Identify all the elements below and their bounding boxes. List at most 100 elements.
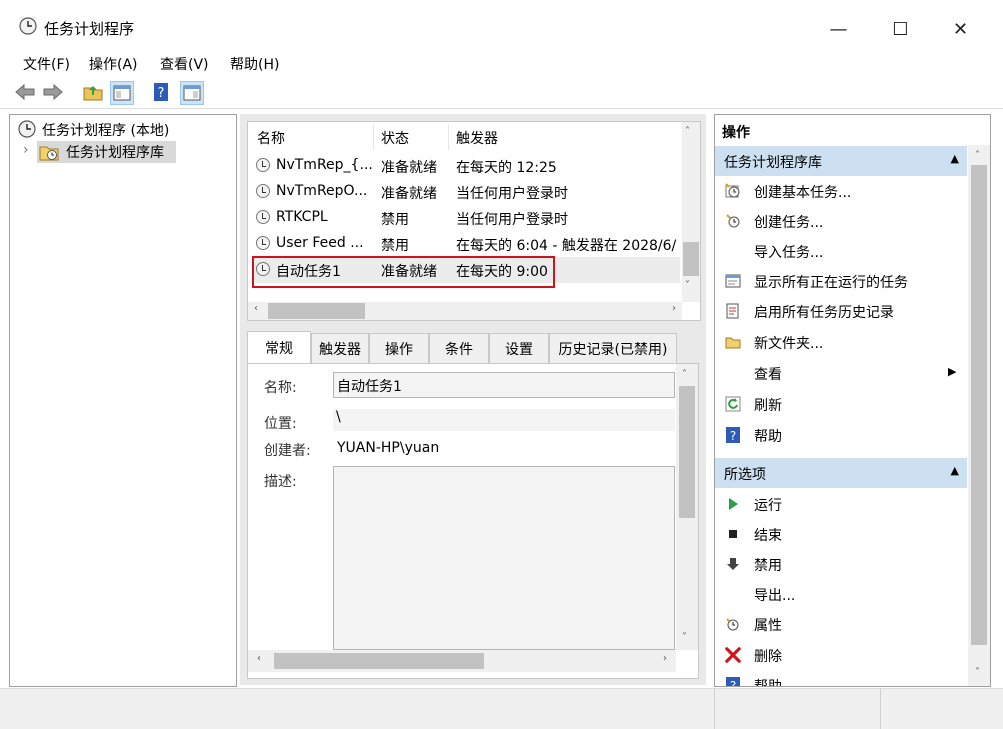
column-header-name[interactable]: 名称 [257, 128, 285, 148]
action-refresh[interactable]: 刷新 [715, 389, 960, 419]
scroll-down-arrow-icon[interactable]: ˅ [685, 280, 690, 291]
status-bar [0, 688, 1003, 729]
action-delete[interactable]: 删除 [715, 640, 960, 670]
action-create-task[interactable]: 创建任务... [715, 206, 960, 236]
scroll-up-arrow-icon[interactable]: ˄ [975, 150, 980, 161]
general-tab-content: 名称: 自动任务1 位置: \ 创建者: YUAN-HP\yuan 描述: ˄ … [247, 363, 699, 679]
table-row[interactable]: RTKCPL 禁用 当任何用户登录时 [252, 205, 680, 231]
tab-general[interactable]: 常规 [247, 331, 311, 363]
svg-text:?: ? [158, 86, 165, 101]
forward-arrow-icon[interactable] [42, 81, 64, 103]
action-label: 帮助 [754, 679, 782, 687]
folder-clock-icon [39, 146, 59, 161]
action-create-basic-task[interactable]: 创建基本任务... [715, 176, 960, 206]
action-help-selected[interactable]: ? 帮助 [715, 670, 960, 687]
scroll-down-arrow-icon[interactable]: ˅ [975, 667, 980, 678]
menu-help[interactable]: 帮助(H) [230, 54, 279, 74]
close-button[interactable]: ✕ [938, 12, 983, 46]
author-value: YUAN-HP\yuan [337, 440, 440, 456]
action-export[interactable]: 导出... [715, 579, 960, 609]
scroll-right-arrow-icon[interactable]: › [663, 653, 667, 664]
column-divider [448, 124, 449, 150]
action-run[interactable]: 运行 [715, 489, 960, 519]
task-list: 名称 状态 触发器 NvTmRep_{... 准备就绪 在每天的 12:25 N… [247, 121, 701, 321]
column-divider [373, 124, 374, 150]
collapse-icon[interactable]: ▲ [951, 464, 959, 477]
description-field[interactable] [333, 466, 675, 650]
table-row[interactable]: NvTmRep_{... 准备就绪 在每天的 12:25 [252, 153, 680, 179]
collapse-icon[interactable]: ▲ [951, 152, 959, 165]
column-header-status[interactable]: 状态 [381, 128, 409, 148]
scroll-up-arrow-icon[interactable]: ˄ [685, 126, 690, 137]
delete-x-icon [725, 647, 741, 663]
scroll-down-arrow-icon[interactable]: ˅ [682, 632, 687, 643]
tab-history[interactable]: 历史记录(已禁用) [549, 333, 677, 363]
action-display-running-tasks[interactable]: 显示所有正在运行的任务 [715, 266, 960, 296]
svg-text:?: ? [730, 679, 736, 687]
task-list-vertical-scrollbar[interactable]: ˄ ˅ [682, 122, 700, 302]
action-enable-history[interactable]: 启用所有任务历史记录 [715, 296, 960, 326]
menu-file[interactable]: 文件(F) [23, 54, 70, 74]
location-field[interactable]: \ [333, 409, 675, 431]
maximize-button[interactable]: ☐ [878, 12, 923, 46]
detail-vertical-scrollbar[interactable]: ˄ ˅ [676, 364, 698, 650]
column-header-trigger[interactable]: 触发器 [456, 128, 498, 148]
refresh-icon [725, 396, 741, 412]
run-icon [725, 496, 741, 512]
scrollbar-thumb[interactable] [683, 242, 699, 276]
section-header-selected-item[interactable]: 所选项 ▲ [715, 458, 967, 488]
task-list-horizontal-scrollbar[interactable]: ‹ › [248, 302, 682, 320]
scroll-right-arrow-icon[interactable]: › [672, 303, 676, 314]
name-field[interactable]: 自动任务1 [333, 372, 675, 398]
detail-horizontal-scrollbar[interactable]: ‹ › [248, 650, 676, 672]
action-view[interactable]: 查看 ▶ [715, 358, 960, 388]
scrollbar-thumb[interactable] [274, 653, 484, 669]
action-label: 属性 [754, 618, 782, 634]
table-row[interactable]: User Feed ... 禁用 在每天的 6:04 - 触发器在 2028/6… [252, 231, 680, 257]
tree-item-library-label: 任务计划程序库 [66, 145, 164, 161]
task-name: NvTmRepO... [276, 183, 368, 199]
tree-expander-icon[interactable]: › [23, 142, 29, 158]
minimize-button[interactable]: — [816, 12, 861, 46]
show-hide-tree-icon[interactable] [110, 81, 134, 105]
tree-root-item[interactable]: 任务计划程序 (本地) [42, 120, 169, 140]
action-end[interactable]: 结束 [715, 519, 960, 549]
action-disable[interactable]: 禁用 [715, 549, 960, 579]
tab-triggers[interactable]: 触发器 [311, 333, 369, 363]
actions-pane-title: 操作 [715, 115, 990, 145]
status-divider [880, 689, 881, 729]
action-label: 运行 [754, 498, 782, 514]
help-book-icon[interactable]: ? [150, 81, 172, 103]
back-arrow-icon[interactable] [14, 81, 36, 103]
scroll-left-arrow-icon[interactable]: ‹ [254, 303, 258, 314]
action-import-task[interactable]: 导入任务... [715, 236, 960, 266]
task-trigger: 在每天的 6:04 - 触发器在 2028/6/ [456, 238, 677, 254]
action-label: 查看 [754, 367, 782, 383]
tab-actions[interactable]: 操作 [369, 333, 429, 363]
task-clock-icon [256, 184, 270, 198]
action-label: 帮助 [754, 429, 782, 445]
highlight-box [252, 256, 555, 288]
task-trigger: 在每天的 12:25 [456, 160, 557, 176]
scrollbar-thumb[interactable] [268, 303, 365, 319]
running-tasks-icon [725, 273, 741, 289]
scrollbar-thumb[interactable] [679, 386, 695, 518]
tab-settings[interactable]: 设置 [489, 333, 549, 363]
section-header-library[interactable]: 任务计划程序库 ▲ [715, 146, 967, 176]
tab-conditions[interactable]: 条件 [429, 333, 489, 363]
tree-item-library[interactable]: 任务计划程序库 [37, 141, 176, 163]
up-folder-icon[interactable] [82, 81, 104, 103]
actions-pane-scrollbar[interactable]: ˄ ˅ [968, 145, 990, 686]
action-label: 导出... [754, 588, 796, 604]
menu-view[interactable]: 查看(V) [160, 54, 209, 74]
description-label: 描述: [264, 474, 297, 490]
action-properties[interactable]: 属性 [715, 609, 960, 639]
scroll-up-arrow-icon[interactable]: ˄ [682, 369, 687, 380]
scroll-left-arrow-icon[interactable]: ‹ [257, 653, 261, 664]
scrollbar-thumb[interactable] [971, 165, 987, 645]
table-row[interactable]: NvTmRepO... 准备就绪 当任何用户登录时 [252, 179, 680, 205]
menu-action[interactable]: 操作(A) [89, 54, 138, 74]
show-hide-action-pane-icon[interactable] [180, 81, 204, 105]
action-help[interactable]: ? 帮助 [715, 420, 960, 450]
action-new-folder[interactable]: 新文件夹... [715, 327, 960, 357]
